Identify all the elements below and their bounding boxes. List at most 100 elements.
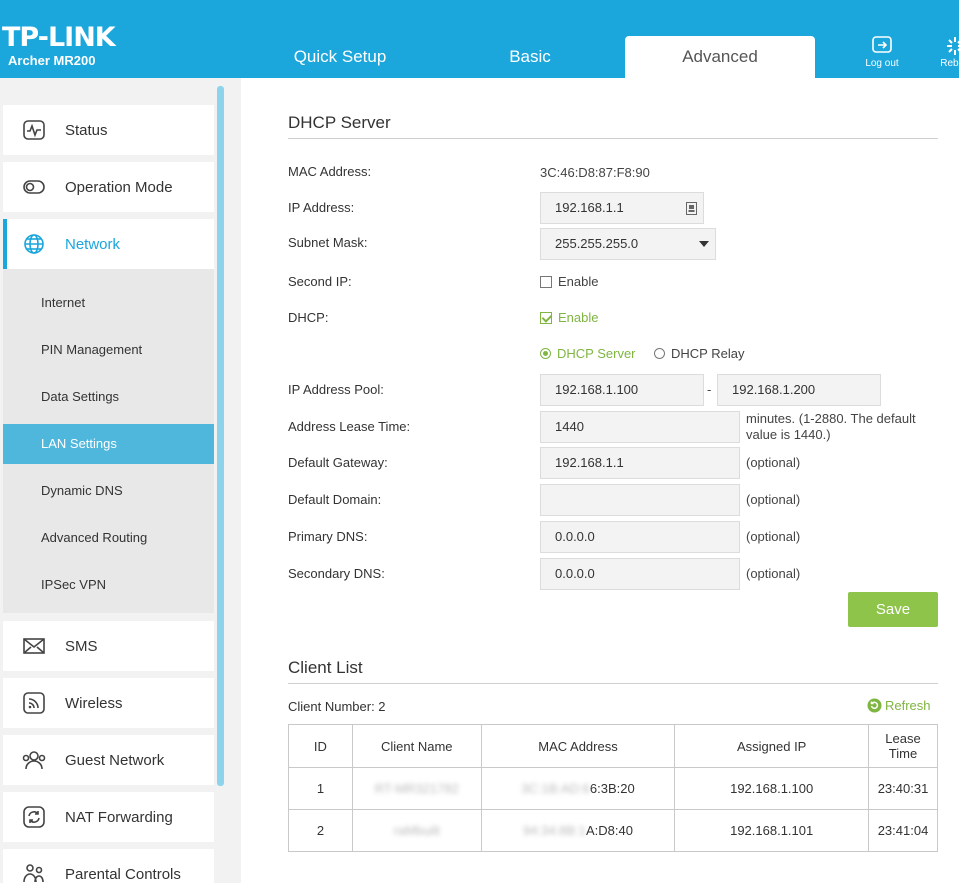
pool-end-input[interactable]: 192.168.1.200 <box>717 374 881 406</box>
mac-value: 3C:46:D8:87:F8:90 <box>540 165 650 180</box>
sidebar-item-label: Wireless <box>65 694 123 712</box>
sidebar-item-label: SMS <box>65 637 98 655</box>
sidebar-sub-pin-management[interactable]: PIN Management <box>3 330 214 370</box>
tab-quick-setup[interactable]: Quick Setup <box>245 36 435 78</box>
table-header-row: ID Client Name MAC Address Assigned IP L… <box>288 724 938 768</box>
dhcp-enable-checkbox[interactable]: Enable <box>540 310 598 325</box>
sidebar-item-label: Operation Mode <box>65 178 173 196</box>
radio-dhcp-server-label: DHCP Server <box>557 346 636 361</box>
col-client-name: Client Name <box>351 724 482 768</box>
client-table: ID Client Name MAC Address Assigned IP L… <box>288 724 938 852</box>
cell-id: 2 <box>288 809 353 852</box>
sidebar-sub-advanced-routing[interactable]: Advanced Routing <box>3 518 214 558</box>
model-name: Archer MR200 <box>8 53 96 68</box>
save-button[interactable]: Save <box>848 592 938 627</box>
logout-icon <box>872 36 892 53</box>
lock-icon <box>686 202 697 215</box>
optional-note: (optional) <box>746 455 801 470</box>
cell-client-name: RT-MR321782 <box>351 767 482 810</box>
domain-label: Default Domain: <box>288 492 382 507</box>
cell-ip: 192.168.1.100 <box>674 767 870 810</box>
envelope-icon <box>23 638 45 654</box>
subnet-label: Subnet Mask: <box>288 235 368 250</box>
reboot-button[interactable]: Reboo <box>928 36 959 69</box>
client-list-title: Client List <box>288 658 363 677</box>
sidebar-item-sms[interactable]: SMS <box>3 621 214 671</box>
tab-basic[interactable]: Basic <box>435 36 625 78</box>
subnet-mask-value: 255.255.255.0 <box>555 236 639 251</box>
lease-note-line1: minutes. (1-2880. The default <box>746 411 916 426</box>
sidebar-item-nat-forwarding[interactable]: NAT Forwarding <box>3 792 214 842</box>
optional-note: (optional) <box>746 492 801 507</box>
sidebar-item-label: Parental Controls <box>65 865 181 883</box>
reboot-label: Reboo <box>940 58 959 69</box>
domain-input[interactable] <box>540 484 740 516</box>
gateway-input[interactable]: 192.168.1.1 <box>540 447 740 479</box>
radio-selected-icon <box>540 348 551 359</box>
mac-tail: 6:3B:20 <box>589 781 635 796</box>
tab-advanced[interactable]: Advanced <box>625 36 815 78</box>
family-icon <box>23 864 44 883</box>
refresh-label: Refresh <box>885 698 931 713</box>
col-assigned-ip: Assigned IP <box>674 724 870 768</box>
refresh-circle-icon <box>23 806 45 828</box>
brand-logo: TP-LINK <box>2 22 116 53</box>
sidebar-item-operation-mode[interactable]: Operation Mode <box>3 162 214 212</box>
pool-separator: - <box>707 382 712 397</box>
sidebar-item-status[interactable]: Status <box>3 105 214 155</box>
toggle-icon <box>23 180 45 194</box>
col-mac-address: MAC Address <box>480 724 676 768</box>
cell-lease: 23:41:04 <box>868 809 938 852</box>
radio-dhcp-relay[interactable]: DHCP Relay <box>654 346 744 361</box>
logout-button[interactable]: Log out <box>855 36 909 69</box>
gateway-label: Default Gateway: <box>288 455 388 470</box>
lease-label: Address Lease Time: <box>288 419 411 434</box>
sidebar-item-label: Status <box>65 121 108 139</box>
blurred-text: 3C:1B:AD:6 <box>521 781 590 796</box>
cell-lease: 23:40:31 <box>868 767 938 810</box>
lease-note: minutes. (1-2880. The default value is 1… <box>746 411 916 443</box>
mac-label: MAC Address: <box>288 164 372 179</box>
pool-start-input[interactable]: 192.168.1.100 <box>540 374 704 406</box>
subnet-mask-select[interactable]: 255.255.255.0 <box>540 228 716 260</box>
dhcp-enable-label: Enable <box>558 310 599 325</box>
lease-time-input[interactable]: 1440 <box>540 411 740 443</box>
table-row: 1 RT-MR321782 3C:1B:AD:66:3B:20 192.168.… <box>288 767 938 810</box>
cell-id: 1 <box>288 767 353 810</box>
radio-dhcp-server[interactable]: DHCP Server <box>540 346 636 361</box>
top-header: TP-LINK Archer MR200 Quick Setup Basic A… <box>0 0 959 78</box>
sidebar-sub-data-settings[interactable]: Data Settings <box>3 377 214 417</box>
reboot-icon <box>947 37 959 55</box>
sidebar-scrollbar[interactable] <box>217 86 224 786</box>
sidebar-sub-lan-settings[interactable]: LAN Settings <box>3 424 214 464</box>
radio-dhcp-relay-label: DHCP Relay <box>671 346 745 361</box>
col-lease-time: Lease Time <box>868 724 938 768</box>
cell-client-name: raMbuilt <box>351 809 482 852</box>
blurred-text: 94:34:8B:1 <box>523 823 586 838</box>
refresh-button[interactable]: Refresh <box>867 698 931 713</box>
sidebar-item-wireless[interactable]: Wireless <box>3 678 214 728</box>
globe-icon <box>24 234 44 254</box>
sidebar-item-label: NAT Forwarding <box>65 808 173 826</box>
main-panel: DHCP Server MAC Address: 3C:46:D8:87:F8:… <box>241 78 959 883</box>
sidebar-item-guest-network[interactable]: Guest Network <box>3 735 214 785</box>
pulse-icon <box>23 120 45 140</box>
guests-icon <box>22 751 46 770</box>
divider <box>288 683 938 684</box>
sidebar-item-parental-controls[interactable]: Parental Controls <box>3 849 214 883</box>
ip-address-value: 192.168.1.1 <box>555 200 624 215</box>
second-ip-checkbox[interactable]: Enable <box>540 274 598 289</box>
dhcp-section-title: DHCP Server <box>288 113 391 132</box>
primary-dns-input[interactable]: 0.0.0.0 <box>540 521 740 553</box>
sidebar-sub-ipsec-vpn[interactable]: IPSec VPN <box>3 565 214 605</box>
ip-address-input[interactable]: 192.168.1.1 <box>540 192 704 224</box>
cell-ip: 192.168.1.101 <box>674 809 870 852</box>
sidebar-sub-internet[interactable]: Internet <box>3 283 214 323</box>
checkbox-checked-icon <box>540 312 552 324</box>
secondary-dns-input[interactable]: 0.0.0.0 <box>540 558 740 590</box>
pool-label: IP Address Pool: <box>288 382 384 397</box>
cell-mac: 94:34:8B:1A:D8:40 <box>480 809 676 852</box>
dhcp-label: DHCP: <box>288 310 329 325</box>
sidebar-sub-dynamic-dns[interactable]: Dynamic DNS <box>3 471 214 511</box>
sidebar-item-network[interactable]: Network <box>3 219 214 269</box>
